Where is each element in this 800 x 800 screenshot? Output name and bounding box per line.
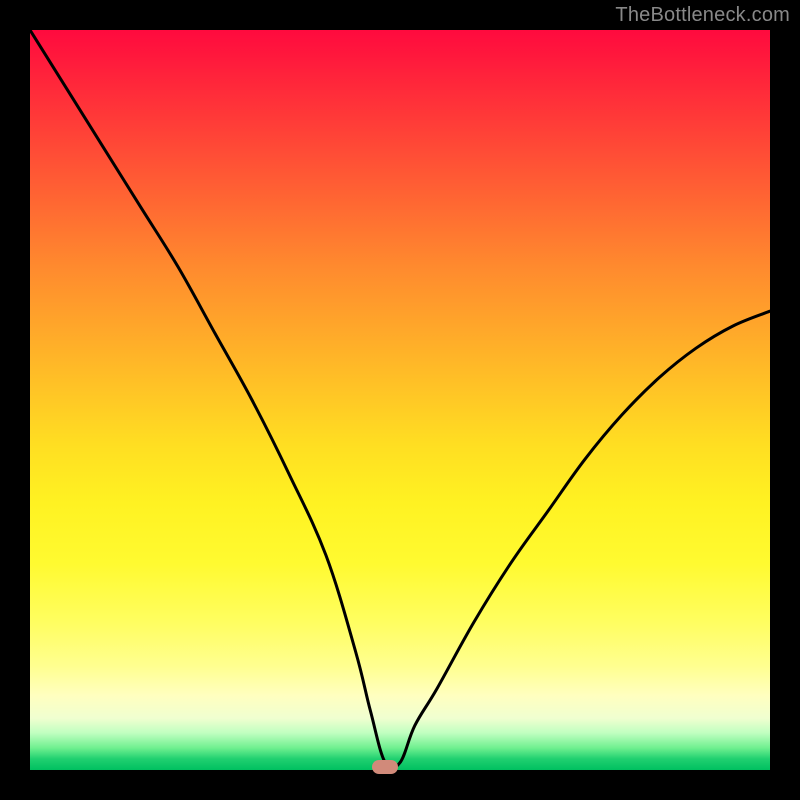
bottleneck-curve xyxy=(30,30,770,770)
optimum-marker xyxy=(372,760,398,774)
plot-area xyxy=(30,30,770,770)
watermark-text: TheBottleneck.com xyxy=(615,4,790,27)
chart-frame: TheBottleneck.com xyxy=(0,0,800,800)
